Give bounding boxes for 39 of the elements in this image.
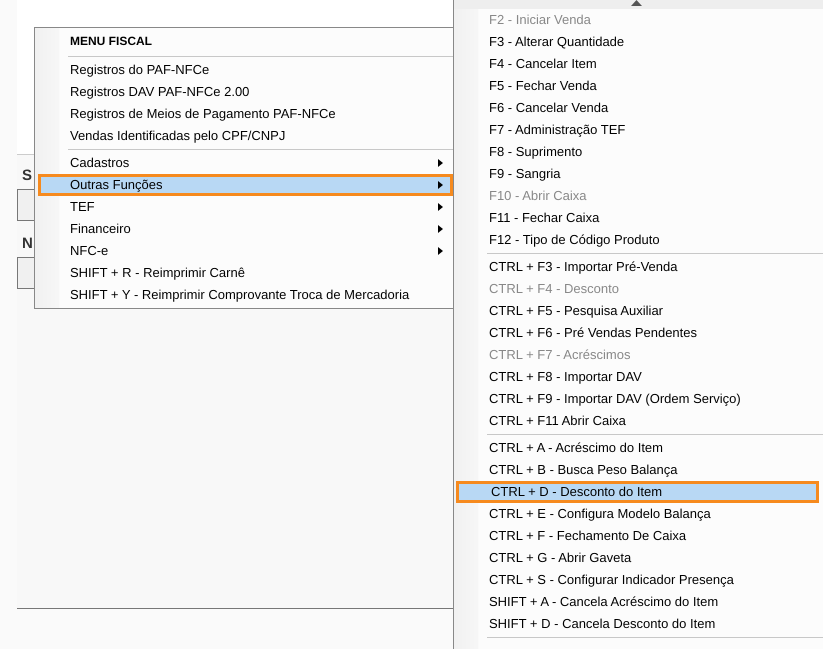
menu-item[interactable]: F5 - Fechar Venda — [454, 75, 823, 97]
menu-item[interactable]: TEF — [35, 196, 453, 218]
menu-item[interactable]: Outras Funções — [38, 174, 453, 196]
menu-item[interactable]: SHIFT + Y - Reimprimir Comprovante Troca de Mercadoria — [35, 284, 453, 306]
field-label: S — [22, 167, 32, 185]
menu-item[interactable]: F11 - Fechar Caixa — [454, 207, 823, 229]
menu-item[interactable]: F4 - Cancelar Item — [454, 53, 823, 75]
menu-item[interactable]: CTRL + F - Fechamento De Caixa — [454, 525, 823, 547]
menu-item[interactable]: NFC-e — [35, 240, 453, 262]
menu-item[interactable]: CTRL + E - Configura Modelo Balança — [454, 503, 823, 525]
menu-item[interactable]: CTRL + D - Desconto do Item — [456, 481, 819, 503]
menu-item[interactable]: F12 - Tipo de Código Produto — [454, 229, 823, 251]
menu-item[interactable]: CTRL + A - Acréscimo do Item — [454, 437, 823, 459]
menu-item[interactable]: F6 - Cancelar Venda — [454, 97, 823, 119]
menu-item[interactable]: Financeiro — [35, 218, 453, 240]
menu-item[interactable]: SHIFT + D - Cancela Desconto do Item — [454, 613, 823, 635]
menu-item[interactable]: SHIFT + A - Cancela Acréscimo do Item — [454, 591, 823, 613]
menu-item[interactable]: CTRL + F3 - Importar Pré-Venda — [454, 256, 823, 278]
menu-item[interactable]: CTRL + G - Abrir Gaveta — [454, 547, 823, 569]
menu-item[interactable]: CTRL + F8 - Importar DAV — [454, 366, 823, 388]
field-label: N — [22, 235, 33, 253]
menu-item[interactable]: Registros de Meios de Pagamento PAF-NFCe — [35, 103, 453, 125]
menu-item[interactable]: F7 - Administração TEF — [454, 119, 823, 141]
menu-title: MENU FISCAL — [69, 33, 153, 50]
menu-item[interactable]: CTRL + B - Busca Peso Balança — [454, 459, 823, 481]
menu-item[interactable]: CTRL + S - Configurar Indicador Presença — [454, 569, 823, 591]
menu-item[interactable]: F8 - Suprimento — [454, 141, 823, 163]
menu-item[interactable]: CTRL + F9 - Importar DAV (Ordem Serviço) — [454, 388, 823, 410]
menu-item[interactable]: CTRL + F5 - Pesquisa Auxiliar — [454, 300, 823, 322]
menu-item[interactable]: Cadastros — [35, 152, 453, 174]
menu-item[interactable]: F9 - Sangria — [454, 163, 823, 185]
menu-item[interactable]: Registros do PAF-NFCe — [35, 59, 453, 81]
menu-item[interactable]: Registros DAV PAF-NFCe 2.00 — [35, 81, 453, 103]
scroll-up-icon[interactable] — [630, 0, 642, 6]
menu-item[interactable]: F3 - Alterar Quantidade — [454, 31, 823, 53]
menu-item[interactable]: Vendas Identificadas pelo CPF/CNPJ — [35, 125, 453, 147]
menu-item[interactable]: CTRL + F11 Abrir Caixa — [454, 410, 823, 432]
menu-item[interactable]: CTRL + F6 - Pré Vendas Pendentes — [454, 322, 823, 344]
menu-item[interactable]: SHIFT + R - Reimprimir Carnê — [35, 262, 453, 284]
